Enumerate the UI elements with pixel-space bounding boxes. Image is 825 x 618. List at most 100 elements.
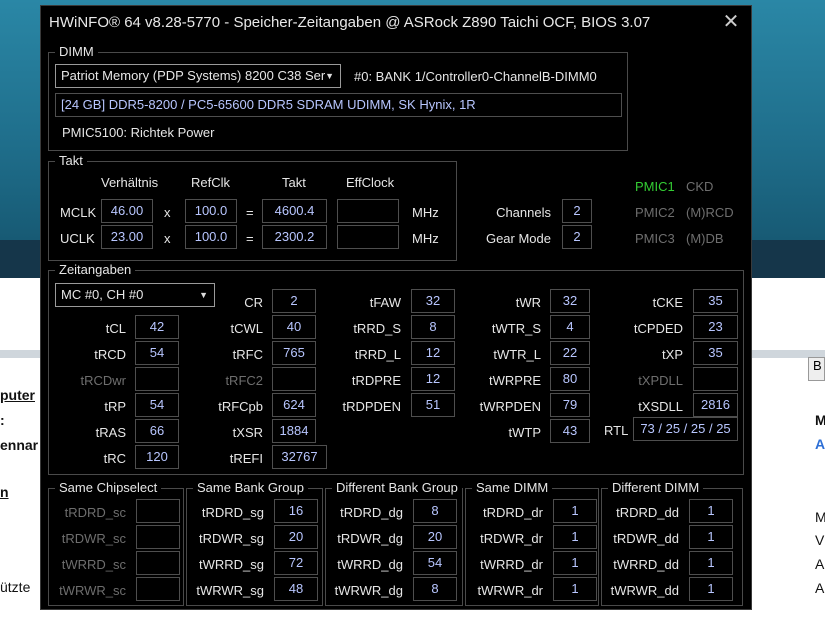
pmic1-name: PMIC1 [635,179,675,194]
timing-value-twrpden: 79 [550,393,590,417]
turnaround-label-twrrd_dr: tWRRD_dr [480,557,543,572]
mclk-refclk: 100.0 [185,199,237,223]
turnaround-label-twrwr_dd: tWRWR_dd [610,583,679,598]
timing-label-tcke: tCKE [652,295,683,310]
turnaround-value-twrrd_sc [136,551,180,575]
timing-label-trfcpb: tRFCpb [218,399,263,414]
timing-label-trcd: tRCD [94,347,126,362]
turnaround-value-twrwr_sg: 48 [274,577,318,601]
turnaround-value-trdwr_sg: 20 [274,525,318,549]
clock-group-label: Takt [55,153,87,168]
chevron-down-icon: ▼ [325,71,334,81]
background-text: : [0,412,5,428]
mclk-unit: MHz [412,205,439,220]
multiply-sign: x [164,231,171,246]
turnaround-group-label: Same Chipselect [55,480,162,495]
timing-value-txp: 35 [693,341,738,365]
background-text: A [815,556,825,572]
timing-label-twtp: tWTP [508,425,542,440]
pmic2-type: (M)RCD [686,205,734,220]
timing-label-trrd_s: tRRD_S [353,321,401,336]
turnaround-value-trdwr_dg: 20 [413,525,457,549]
turnaround-value-trdwr_dr: 1 [553,525,597,549]
timing-label-txsr: tXSR [232,425,263,440]
turnaround-value-twrwr_sc [136,577,180,601]
timing-value-twrpre: 80 [550,367,590,391]
timing-label-tcwl: tCWL [230,321,264,336]
timing-value-twtp: 43 [550,419,590,443]
turnaround-label-twrwr_dr: tWRWR_dr [477,583,543,598]
timing-label-txp: tXP [662,347,683,362]
turnaround-value-twrwr_dd: 1 [689,577,733,601]
timing-value-txsr: 1884 [272,419,316,443]
mclk-clock: 4600.4 [262,199,327,223]
timing-value-tfaw: 32 [411,289,455,313]
timing-label-tcpded: tCPDED [633,321,683,336]
channels-value: 2 [562,199,592,223]
background-text: A [815,580,825,596]
background-text: M [815,412,825,428]
background-link[interactable]: A [815,436,825,452]
background-button[interactable]: B [808,357,825,381]
turnaround-label-twrrd_sg: tWRRD_sg [198,557,264,572]
turnaround-label-twrwr_dg: tWRWR_dg [334,583,403,598]
turnaround-value-trdwr_sc [136,525,180,549]
header-clock: Takt [282,175,306,190]
turnaround-value-twrrd_dr: 1 [553,551,597,575]
background-text: M [815,509,825,525]
turnaround-value-trdrd_sg: 16 [274,499,318,523]
timing-value-txpdll [693,367,738,391]
turnaround-value-twrwr_dg: 8 [413,577,457,601]
turnaround-value-twrrd_sg: 72 [274,551,318,575]
turnaround-label-trdwr_dr: tRDWR_dr [480,531,543,546]
header-ratio: Verhältnis [101,175,159,190]
timing-label-twtr_s: tWTR_S [491,321,541,336]
timing-label-trfc2: tRFC2 [225,373,263,388]
gear-mode-value: 2 [562,225,592,249]
memory-timings-window: HWiNFO® 64 v8.28-5770 - Speicher-Zeitang… [40,5,752,610]
background-text: ennar [0,437,39,453]
background-link[interactable]: puter [0,387,35,403]
turnaround-label-trdrd_sg: tRDRD_sg [201,505,264,520]
turnaround-label-trdwr_sc: tRDWR_sc [61,531,126,546]
window-title: HWiNFO® 64 v8.28-5770 - Speicher-Zeitang… [49,14,651,31]
turnaround-group-label: Same Bank Group [193,480,308,495]
pmic1-type: CKD [686,179,714,194]
turnaround-group-label: Different DIMM [608,480,704,495]
timing-value-tcke: 35 [693,289,738,313]
timing-label-twrpre: tWRPRE [489,373,541,388]
turnaround-label-trdrd_dr: tRDRD_dr [483,505,543,520]
turnaround-value-trdwr_dd: 1 [689,525,733,549]
dimm-module-select[interactable]: Patriot Memory (PDP Systems) 8200 C38 Se… [55,64,341,88]
timing-label-twr: tWR [515,295,541,310]
turnaround-value-twrrd_dd: 1 [689,551,733,575]
background-link[interactable]: n [0,484,9,500]
turnaround-group-label: Same DIMM [472,480,553,495]
timing-label-tfaw: tFAW [369,295,401,310]
turnaround-label-trdwr_dd: tRDWR_dd [613,531,679,546]
timing-label-trp: tRP [104,399,126,414]
background-text: V [815,532,825,548]
close-icon[interactable]: ✕ [717,9,745,35]
dimm-group-label: DIMM [55,44,98,59]
title-bar[interactable]: HWiNFO® 64 v8.28-5770 - Speicher-Zeitang… [41,6,751,38]
equals-sign: = [246,205,254,220]
timing-label-trdpden: tRDPDEN [342,399,401,414]
uclk-refclk: 100.0 [185,225,237,249]
turnaround-value-twrrd_dg: 54 [413,551,457,575]
dimm-module-value: Patriot Memory (PDP Systems) 8200 C38 Se… [61,68,326,83]
dimm-description: [24 GB] DDR5-8200 / PC5-65600 DDR5 SDRAM… [55,93,622,117]
dimm-slot: #0: BANK 1/Controller0-ChannelB-DIMM0 [354,69,597,84]
uclk-unit: MHz [412,231,439,246]
timing-value-trdpre: 12 [411,367,455,391]
turnaround-label-twrwr_sg: tWRWR_sg [196,583,264,598]
dimm-pmic: PMIC5100: Richtek Power [62,125,215,140]
timing-value-trfc2 [272,367,316,391]
timing-value-tcwl: 40 [272,315,316,339]
timing-label-trfc: tRFC [232,347,263,362]
header-effclock: EffClock [346,175,395,190]
turnaround-value-trdrd_sc [136,499,180,523]
timing-value-trdpden: 51 [411,393,455,417]
turnaround-group-label: Different Bank Group [332,480,462,495]
turnaround-label-twrrd_sc: tWRRD_sc [61,557,126,572]
